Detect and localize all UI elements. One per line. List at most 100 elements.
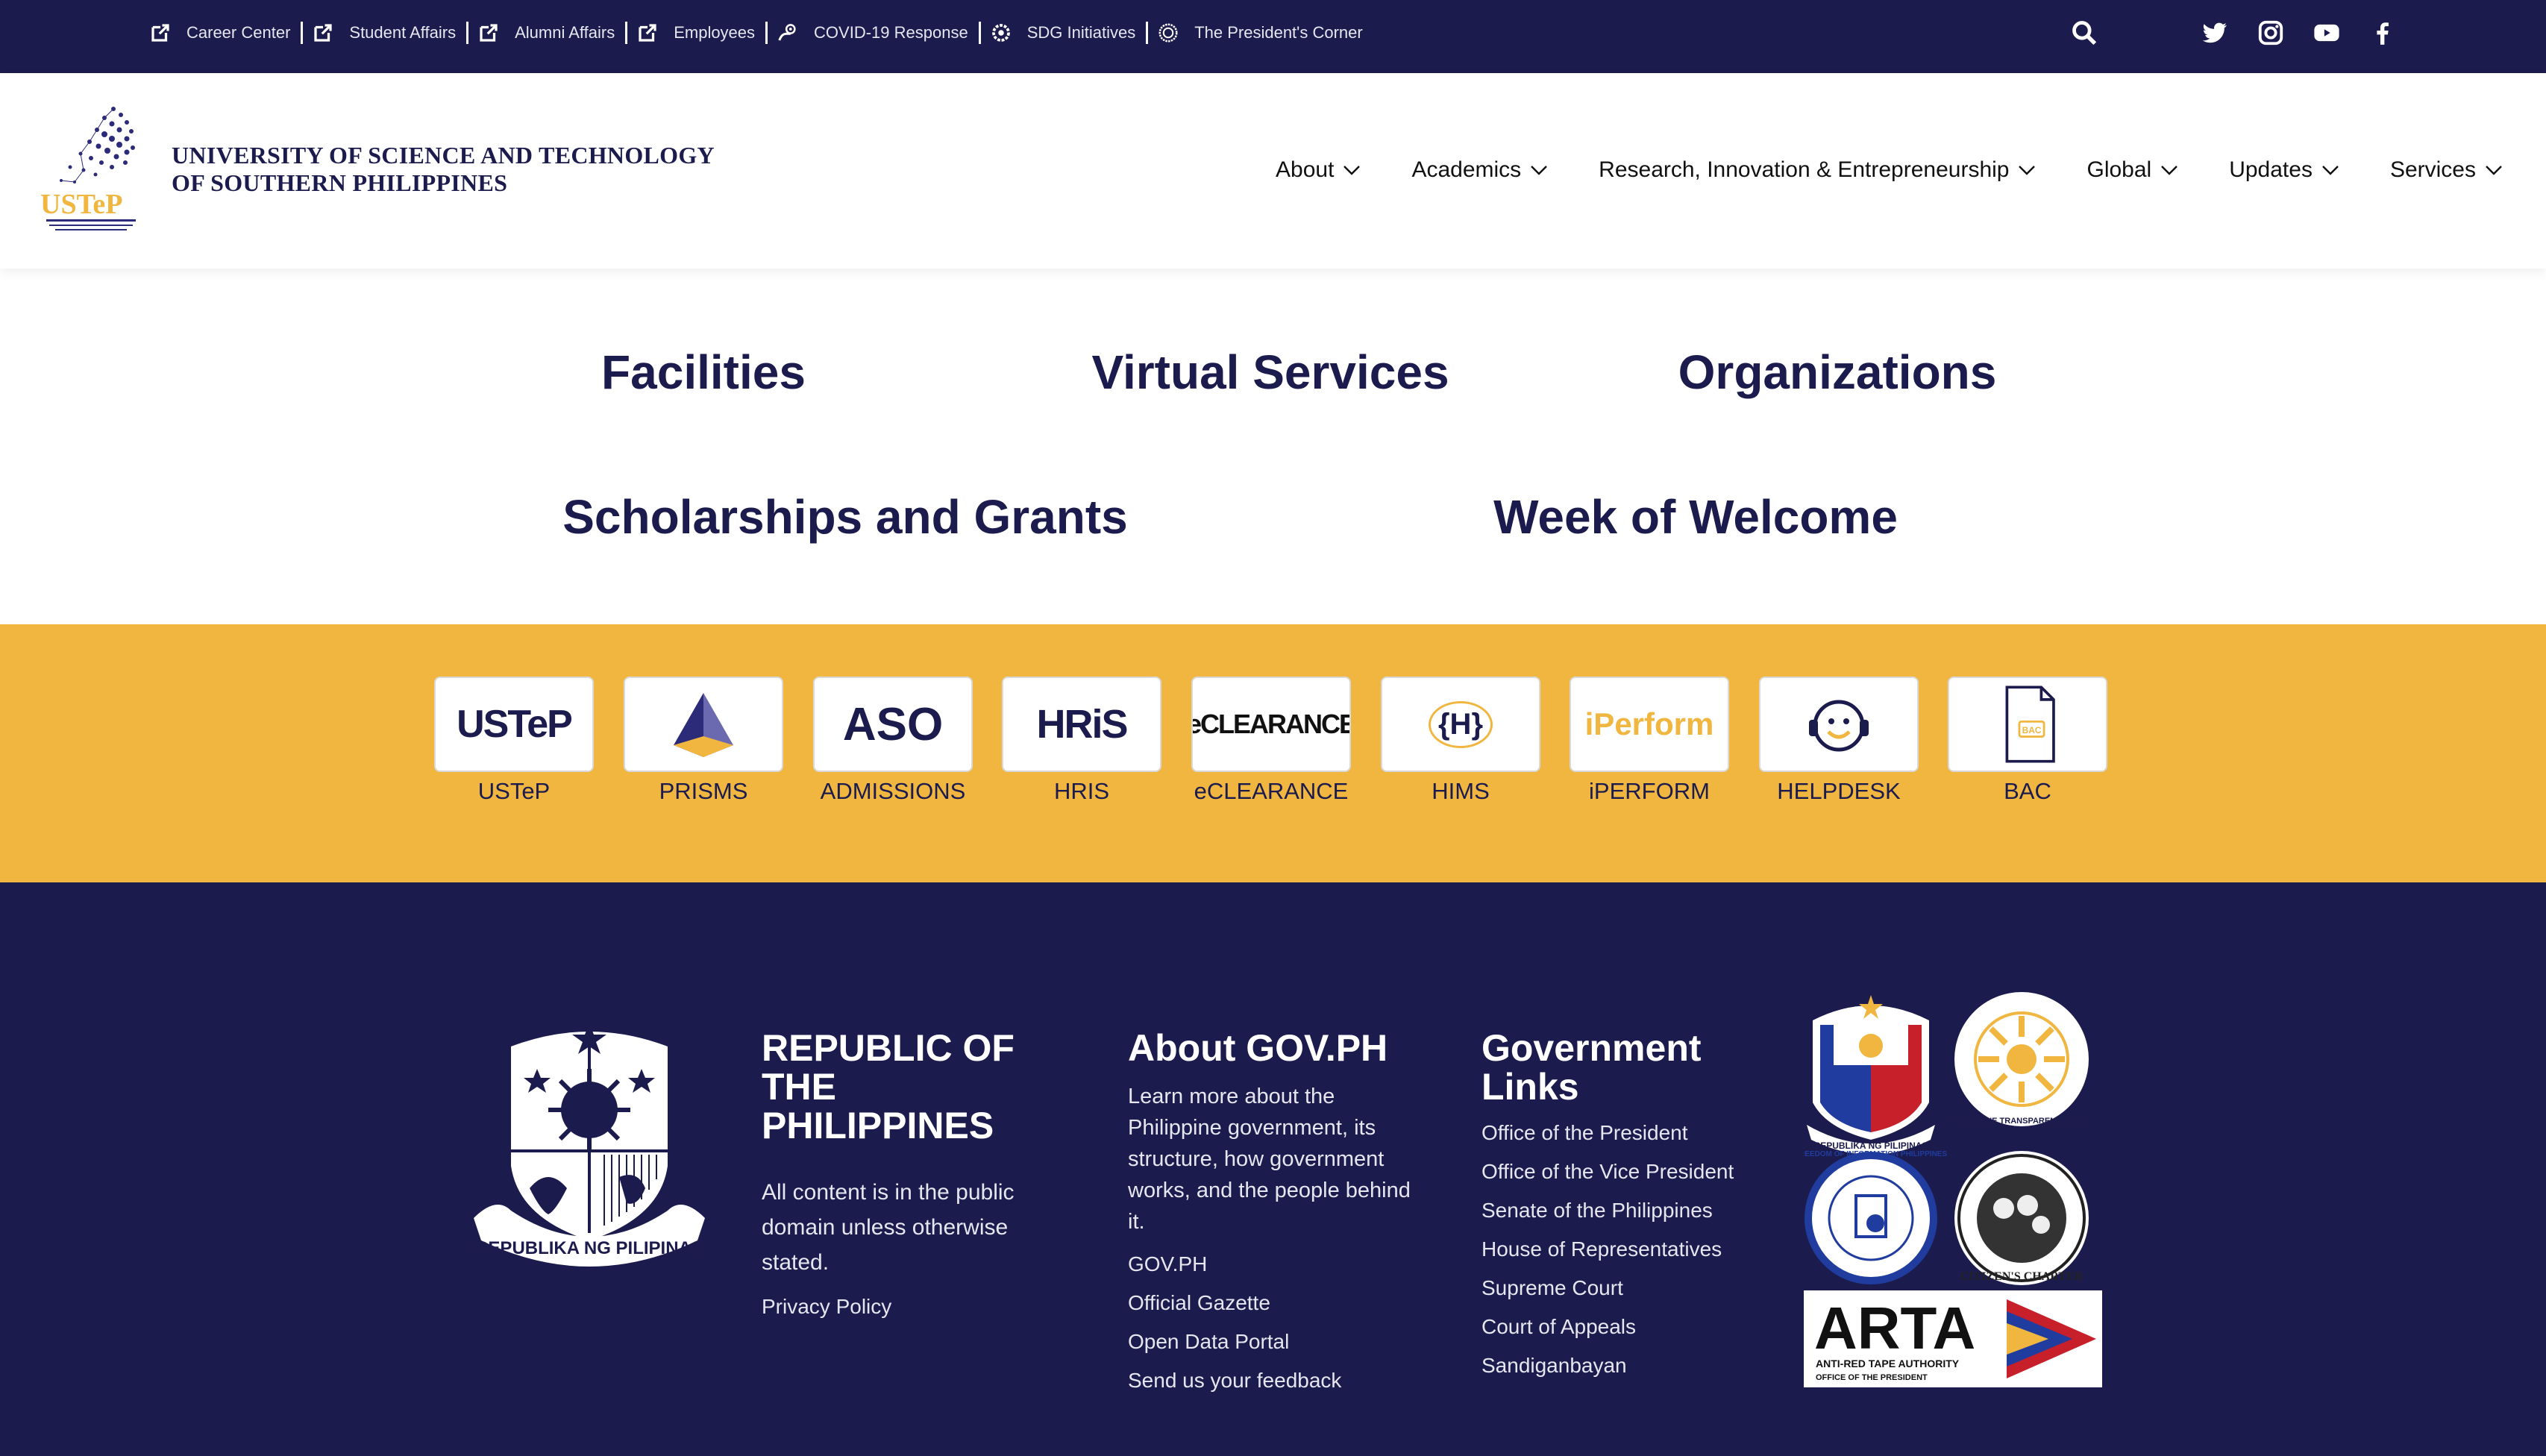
nav-label: Services [2389,157,2476,182]
chevron-down-icon [2322,166,2339,175]
nav-about[interactable]: About [1276,157,1361,183]
about-govph-text: Learn more about the Philippine governme… [1128,1085,1411,1234]
app-prisms[interactable]: PRISMS [624,677,783,805]
document-icon: BAC [2005,685,2055,763]
app-helpdesk[interactable]: HELPDESK [1759,677,1919,805]
philippine-seal: REPUBLIKA NG PILIPINAS [466,1017,712,1278]
government-links-column: Government Links Office of the President… [1481,1029,1765,1385]
app-logo: ASO [813,677,973,772]
gov-link-office-of-the-vice-president[interactable]: Office of the Vice President [1481,1152,1765,1191]
service-virtual-services-link[interactable]: Virtual Services [1091,345,1449,400]
quicklink-presidents-corner[interactable]: The President's Corner [1157,22,1363,44]
app-logo: iPerform [1570,677,1729,772]
app-label: HRIS [1053,778,1110,804]
service-scholarships-link[interactable]: Scholarships and Grants [562,489,1128,545]
about-govph-column: About GOV.PH Learn more about the Philip… [1128,1029,1419,1400]
headset-smile-icon [1809,700,1869,752]
nav-academics[interactable]: Academics [1411,157,1548,183]
quicklink-sdg-initiatives[interactable]: SDG Initiatives [990,22,1135,44]
university-name-line1: UNIVERSITY OF SCIENCE AND TECHNOLOGY [172,142,715,169]
footer-link-official-gazette[interactable]: Official Gazette [1128,1284,1419,1322]
nav-label: Global [2086,157,2152,182]
citizens-charter-badge[interactable]: CITIZEN'S CHARTER [1954,1151,2089,1285]
nav-global[interactable]: Global [2086,157,2178,183]
freedom-of-information-badge[interactable]: FREEDOM OF INFORMATION PHILIPPINES [1795,1150,1947,1284]
facebook-icon[interactable] [2368,19,2397,47]
footer-link-open-data-portal[interactable]: Open Data Portal [1128,1322,1419,1361]
gov-link-sandiganbayan[interactable]: Sandiganbayan [1481,1346,1765,1385]
nav-label: Research, Innovation & Entrepreneurship [1599,157,2010,182]
quicklink-student-affairs[interactable]: Student Affairs [312,22,456,44]
divider [301,22,304,44]
prisms-pyramid-icon [674,693,733,757]
logo-text: USTeP [40,189,123,220]
instagram-icon[interactable] [2257,19,2285,47]
app-hims[interactable]: {H} HIMS [1381,677,1540,805]
service-organizations-link[interactable]: Organizations [1678,345,1997,400]
external-link-icon [314,24,333,42]
government-links-title-line1: Government [1481,1027,1702,1069]
transparency-seal[interactable]: PHILIPPINE TRANSPARENCY SEAL [1951,992,2092,1126]
app-ustep[interactable]: USTeP USTeP [434,677,594,805]
gov-link-senate[interactable]: Senate of the Philippines [1481,1191,1765,1230]
nav-label: Academics [1411,157,1522,182]
university-name[interactable]: UNIVERSITY OF SCIENCE AND TECHNOLOGY OF … [172,142,715,197]
gov-link-court-of-appeals[interactable]: Court of Appeals [1481,1308,1765,1346]
nav-research[interactable]: Research, Innovation & Entrepreneurship [1599,157,2036,183]
footer-link-govph[interactable]: GOV.PH [1128,1245,1419,1284]
gov-link-office-of-the-president[interactable]: Office of the President [1481,1114,1765,1152]
republic-column: REPUBLIC OF THE PHILIPPINES All content … [762,1029,1060,1326]
app-hris[interactable]: HRiS HRIS [1002,677,1161,805]
external-link-icon [480,24,498,42]
footer-link-feedback[interactable]: Send us your feedback [1128,1361,1419,1400]
main-nav: About Academics Research, Innovation & E… [1225,146,2503,194]
quicklink-alumni-affairs[interactable]: Alumni Affairs [477,22,615,44]
hims-app-logo-text: {H} [1428,700,1493,748]
nav-services[interactable]: Services [2390,157,2503,183]
hand-virus-icon [778,24,796,41]
app-admissions[interactable]: ASO ADMISSIONS [813,677,973,805]
transparency-seal-text: PHILIPPINE TRANSPARENCY SEAL [1951,1117,2092,1126]
nav-updates[interactable]: Updates [2229,157,2339,183]
quicklink-career-center[interactable]: Career Center [149,22,290,44]
ustep-app-logo-text: USTeP [457,703,573,746]
divider [625,22,628,44]
site-header: USTeP UNIVERSITY OF SCIENCE AND TECHNOLO… [0,73,2546,269]
iperform-app-logo-text: iPerform [1584,706,1714,741]
republic-title-line1: REPUBLIC OF [762,1027,1015,1069]
arta-text: ARTA [1814,1295,1975,1361]
republic-text: All content is in the public domain unle… [762,1180,1015,1275]
chevron-down-icon [1343,166,1361,175]
chevron-down-icon [2486,166,2502,175]
quicklink-label: Student Affairs [349,23,457,42]
quicklink-employees[interactable]: Employees [636,22,755,44]
service-week-of-welcome-link[interactable]: Week of Welcome [1493,489,1898,545]
government-links-title-line2: Links [1481,1066,1579,1108]
privacy-policy-link[interactable]: Privacy Policy [762,1287,1060,1326]
nav-label: Updates [2229,157,2313,182]
service-facilities-link[interactable]: Facilities [601,345,806,400]
divider [466,22,469,44]
university-name-line2: OF SOUTHERN PHILIPPINES [172,169,508,196]
app-iperform[interactable]: iPerform iPERFORM [1570,677,1729,805]
chevron-down-icon [2019,166,2036,175]
youtube-icon[interactable] [2313,19,2341,47]
app-bac[interactable]: BAC BAC [1948,677,2107,805]
app-logo: USTeP [434,677,594,772]
twitter-icon[interactable] [2201,19,2229,47]
quick-links: Career Center Student Affairs Alumni Aff… [149,0,1363,66]
arta-office: OFFICE OF THE PRESIDENT [1816,1373,1928,1382]
small-seal-text: REPUBLIKA NG PILIPINAS [1814,1140,1928,1151]
ustep-logo[interactable]: USTeP [39,103,143,237]
quicklink-covid-response[interactable]: COVID-19 Response [777,22,968,44]
gov-link-supreme-court[interactable]: Supreme Court [1481,1269,1765,1308]
app-eclearance[interactable]: eCLEARANCE eCLEARANCE [1191,677,1351,805]
small-ph-seal[interactable]: REPUBLIKA NG PILIPINAS [1807,995,1935,1155]
app-logo [624,677,783,772]
app-logo [1759,677,1919,772]
arta-badge[interactable]: ARTA ANTI-RED TAPE AUTHORITY OFFICE OF T… [1804,1290,2102,1387]
gov-link-house-of-representatives[interactable]: House of Representatives [1481,1230,1765,1269]
app-label: PRISMS [659,778,748,804]
app-shortcuts-band: USTeP USTeP PRISMS ASO ADMISSIONS HRiS H… [0,624,2546,882]
search-icon[interactable] [2070,19,2098,47]
